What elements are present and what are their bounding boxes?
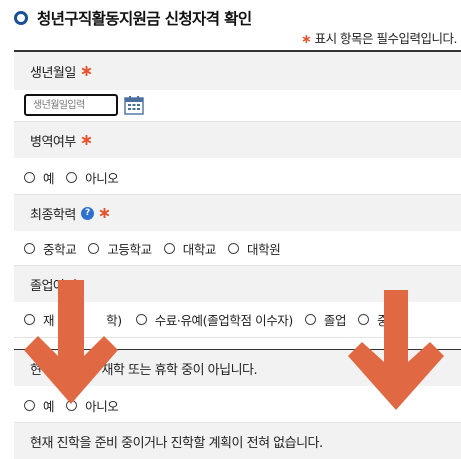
- birth-date-input[interactable]: [24, 94, 118, 116]
- graduation-option-completion[interactable]: 수료·유예(졸업학점 이수자): [135, 310, 294, 329]
- radio-button[interactable]: [66, 171, 78, 183]
- education-label: 최종학력: [30, 207, 76, 223]
- birth-date-label-row: 생년월일 ∗: [14, 52, 461, 90]
- education-option-graduate[interactable]: 대학원: [228, 239, 281, 258]
- option-label: 아니오: [85, 170, 119, 186]
- radio-button[interactable]: [24, 242, 35, 254]
- enrollment-question-text: 재학 또는 휴학 중이 아닙니다.: [101, 362, 258, 378]
- next-question-text: 현재 진학을 준비 중이거나 진학할 계획이 전혀 없습니다.: [30, 435, 323, 451]
- education-options-row: 중학교 고등학교 대학교 대학원: [14, 231, 461, 265]
- birth-date-row: [14, 90, 461, 120]
- military-label: 병역여부: [30, 134, 76, 150]
- radio-button[interactable]: [24, 171, 35, 183]
- option-label: 대학원: [247, 241, 281, 257]
- help-icon[interactable]: ?: [80, 206, 94, 220]
- required-mark: ∗: [79, 61, 93, 80]
- title-bullet-icon: [14, 11, 28, 25]
- education-option-high[interactable]: 고등학교: [88, 239, 152, 258]
- option-label: 고등학교: [107, 241, 152, 257]
- education-option-middle[interactable]: 중학교: [24, 239, 77, 258]
- option-label: 졸업: [323, 312, 347, 328]
- required-note-text: 표시 항목은 필수입력입니다.: [314, 31, 458, 46]
- birth-date-label: 생년월일: [30, 65, 76, 81]
- radio-button[interactable]: [228, 242, 240, 254]
- page-header: 청년구직활동지원금 신청자격 확인: [14, 6, 252, 30]
- military-options-row: 예 아니오: [14, 160, 461, 194]
- option-label: 수료·유예(졸업학점 이수자): [154, 312, 294, 328]
- required-mark: ∗: [97, 203, 111, 222]
- graduation-option-graduated[interactable]: 졸업: [304, 310, 347, 329]
- military-label-row: 병역여부 ∗: [14, 122, 461, 158]
- required-mark: ∗: [79, 130, 93, 149]
- education-label-row: 최종학력 ? ∗: [14, 195, 461, 231]
- down-arrow-icon: [24, 280, 118, 404]
- option-label: 중학교: [43, 241, 77, 257]
- radio-button[interactable]: [88, 242, 100, 254]
- radio-button[interactable]: [304, 313, 316, 325]
- radio-button[interactable]: [135, 313, 147, 325]
- next-question-row: 현재 진학을 준비 중이거나 진학할 계획이 전혀 없습니다.: [14, 423, 461, 459]
- calendar-icon[interactable]: [124, 95, 144, 115]
- required-note: ∗ 표시 항목은 필수입력입니다.: [301, 28, 457, 47]
- option-label: 대학교: [182, 241, 217, 257]
- option-label: 예: [43, 170, 55, 186]
- military-option-no[interactable]: 아니오: [66, 168, 119, 187]
- radio-button[interactable]: [163, 242, 175, 254]
- page-title: 청년구직활동지원금 신청자격 확인: [37, 10, 252, 28]
- down-arrow-icon: [348, 290, 444, 410]
- military-option-yes[interactable]: 예: [24, 168, 55, 187]
- required-mark: ∗: [301, 31, 312, 46]
- education-option-university[interactable]: 대학교: [163, 239, 217, 258]
